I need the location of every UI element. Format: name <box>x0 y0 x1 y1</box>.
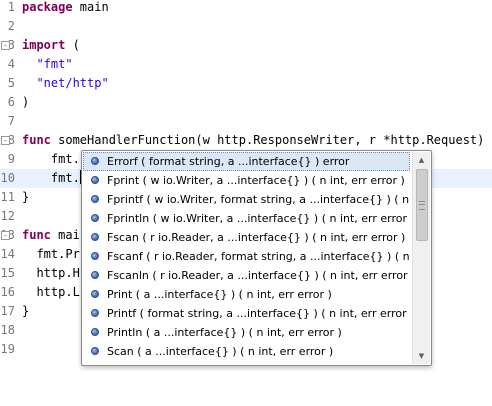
public-function-icon <box>91 271 99 279</box>
public-function-icon <box>91 347 99 355</box>
public-function-icon <box>91 157 99 165</box>
autocomplete-item-label: Println ( a ...interface{} ) ( n int, er… <box>107 326 342 339</box>
autocomplete-item-label: Scan ( a ...interface{} ) ( n int, err e… <box>107 345 334 358</box>
public-function-icon <box>91 214 99 222</box>
line-number: 1 <box>7 0 15 14</box>
autocomplete-scrollbar[interactable]: ▲ ▼ <box>412 152 430 364</box>
code-token: } <box>22 304 30 318</box>
keyword-token: func <box>22 133 51 147</box>
public-function-icon <box>91 309 99 317</box>
keyword-token: import <box>22 38 66 52</box>
autocomplete-item-label: Errorf ( format string, a ...interface{}… <box>107 155 350 168</box>
keyword-token: package <box>22 0 73 14</box>
code-token: http.L <box>22 285 80 299</box>
fold-toggle-icon[interactable]: - <box>1 41 10 50</box>
public-function-icon <box>91 290 99 298</box>
public-function-icon <box>91 233 99 241</box>
autocomplete-item-label: Fscan ( r io.Reader, a ...interface{} ) … <box>107 231 406 244</box>
line-number: 5 <box>7 76 15 90</box>
autocomplete-item[interactable]: Fscanf ( r io.Reader, format string, a .… <box>83 247 410 266</box>
public-function-icon <box>91 176 99 184</box>
code-text: } <box>22 188 29 207</box>
string-token: "net/http" <box>36 76 109 90</box>
code-token: fmt. <box>22 171 80 185</box>
line-number: 14 <box>0 247 15 261</box>
line-number: 15 <box>0 266 15 280</box>
code-text: ) <box>22 93 29 112</box>
code-text: import ( <box>22 36 80 55</box>
code-text: fmt. <box>22 169 81 188</box>
autocomplete-item-label: Printf ( format string, a ...interface{}… <box>107 307 410 320</box>
code-line[interactable]: 8- func someHandlerFunction(w http.Respon… <box>0 131 492 150</box>
scroll-down-arrow-icon[interactable]: ▼ <box>413 348 430 364</box>
line-number: 7 <box>7 114 15 128</box>
code-text: http.H <box>22 264 80 283</box>
code-line[interactable]: 5 "net/http" <box>0 74 492 93</box>
keyword-token: func <box>22 228 51 242</box>
code-line[interactable]: 2 <box>0 17 492 36</box>
code-text: fmt.Pr <box>22 245 80 264</box>
line-number: 9 <box>7 152 15 166</box>
public-function-icon <box>91 328 99 336</box>
autocomplete-item[interactable]: Fscan ( r io.Reader, a ...interface{} ) … <box>83 228 410 247</box>
autocomplete-item[interactable]: Fscanln ( r io.Reader, a ...interface{} … <box>83 266 410 285</box>
fold-toggle-icon[interactable]: - <box>1 136 10 145</box>
public-function-icon <box>91 195 99 203</box>
line-number: 11 <box>0 190 15 204</box>
code-text: func mai <box>22 226 80 245</box>
autocomplete-item[interactable]: Fprintln ( w io.Writer, a ...interface{}… <box>83 209 410 228</box>
code-token: http.H <box>22 266 80 280</box>
autocomplete-item-label: Fscanf ( r io.Reader, format string, a .… <box>107 250 410 263</box>
autocomplete-item-label: Fprint ( w io.Writer, a ...interface{} )… <box>107 174 405 187</box>
grip-icon <box>419 201 425 210</box>
string-token: "fmt" <box>36 57 73 71</box>
autocomplete-item-label: Fprintf ( w io.Writer, format string, a … <box>107 193 410 206</box>
code-token: mai <box>50 228 80 242</box>
code-line[interactable]: 7 <box>0 112 492 131</box>
autocomplete-popup[interactable]: Errorf ( format string, a ...interface{}… <box>81 150 432 366</box>
line-number: 16 <box>0 285 15 299</box>
code-line[interactable]: 3- import ( <box>0 36 492 55</box>
code-line[interactable]: 4 "fmt" <box>0 55 492 74</box>
code-token: someHandlerFunction(w http.ResponseWrite… <box>50 133 492 147</box>
autocomplete-item[interactable]: Println ( a ...interface{} ) ( n int, er… <box>83 323 410 342</box>
autocomplete-item[interactable]: Scan ( a ...interface{} ) ( n int, err e… <box>83 342 410 361</box>
line-number: 6 <box>7 95 15 109</box>
autocomplete-item[interactable]: Fprintf ( w io.Writer, format string, a … <box>83 190 410 209</box>
code-text: func someHandlerFunction(w http.Response… <box>22 131 492 150</box>
code-line[interactable]: 1 package main <box>0 0 492 17</box>
line-number: 10 <box>0 171 15 185</box>
code-token: fmt.Pr <box>22 247 80 261</box>
autocomplete-item[interactable]: Printf ( format string, a ...interface{}… <box>83 304 410 323</box>
line-number: 2 <box>7 19 15 33</box>
code-text: http.L <box>22 283 80 302</box>
code-text: package main <box>22 0 109 17</box>
autocomplete-item[interactable]: Print ( a ...interface{} ) ( n int, err … <box>83 285 410 304</box>
line-number: 17 <box>0 304 15 318</box>
code-text: "fmt" <box>22 55 73 74</box>
line-number: 19 <box>0 342 15 356</box>
autocomplete-item-label: Fscanln ( r io.Reader, a ...interface{} … <box>107 269 410 282</box>
fold-toggle-icon[interactable]: - <box>1 231 10 240</box>
public-function-icon <box>91 252 99 260</box>
line-number: 12 <box>0 209 15 223</box>
scrollbar-thumb[interactable] <box>416 169 428 241</box>
autocomplete-list[interactable]: Errorf ( format string, a ...interface{}… <box>83 152 410 364</box>
autocomplete-item-label: Fprintln ( w io.Writer, a ...interface{}… <box>107 212 410 225</box>
code-token: main <box>72 0 109 14</box>
autocomplete-item-label: Print ( a ...interface{} ) ( n int, err … <box>107 288 332 301</box>
code-token: ( <box>65 38 80 52</box>
scroll-up-arrow-icon[interactable]: ▲ <box>413 152 430 168</box>
line-number: 4 <box>7 57 15 71</box>
line-number: 18 <box>0 323 15 337</box>
code-text: "net/http" <box>22 74 109 93</box>
code-token: ) <box>22 95 30 109</box>
autocomplete-item[interactable]: Errorf ( format string, a ...interface{}… <box>83 152 410 171</box>
autocomplete-item[interactable]: Fprint ( w io.Writer, a ...interface{} )… <box>83 171 410 190</box>
code-text: } <box>22 302 29 321</box>
code-token: } <box>22 190 30 204</box>
code-line[interactable]: 6) <box>0 93 492 112</box>
